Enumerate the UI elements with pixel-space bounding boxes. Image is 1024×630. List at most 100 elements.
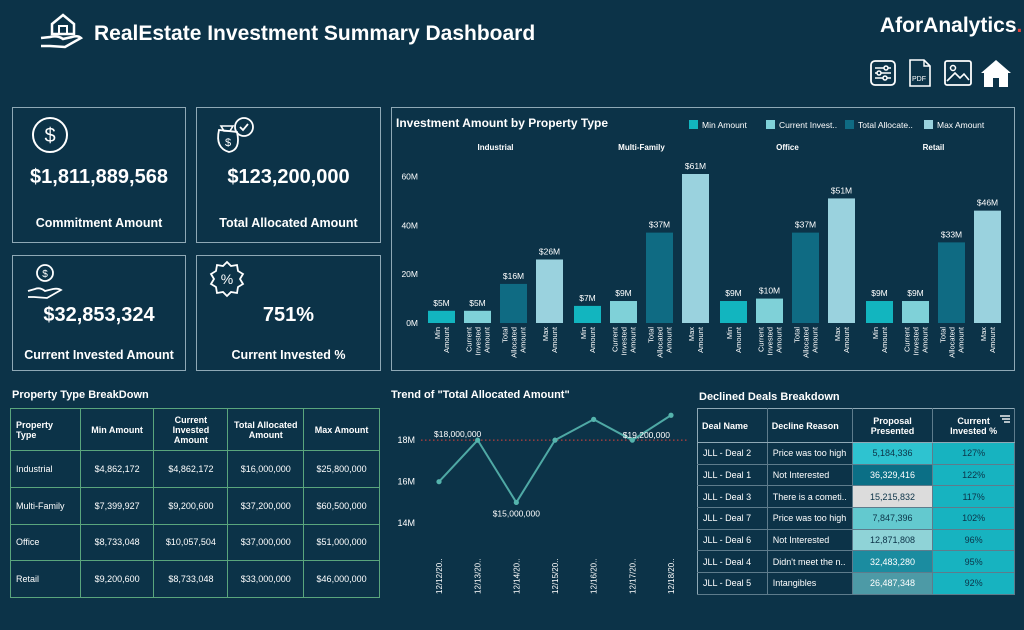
data-label: $9M [725, 288, 742, 298]
data-label: $26M [539, 246, 560, 256]
table-row[interactable]: JLL - Deal 1 Not Interested 36,329,416 122% [697, 464, 1015, 487]
table-cell: 92% [932, 572, 1015, 595]
data-point[interactable] [668, 412, 674, 418]
data-label: $37M [649, 220, 670, 230]
data-point[interactable] [552, 437, 558, 443]
bar[interactable] [974, 210, 1001, 323]
data-label: $15,000,000 [493, 508, 541, 518]
x-tick-label: Amount [665, 326, 674, 353]
line-chart: 14M 16M 18M $18,000,000 $15,000,000 $19,200,0… [397, 412, 687, 594]
table-cell: 12,871,808 [852, 529, 934, 552]
table-cell: $10,057,504 [153, 523, 229, 562]
table-row[interactable]: JLL - Deal 2 Price was too high 5,184,336 1… [697, 442, 1015, 465]
table-row[interactable]: JLL - Deal 3 There is a cometi.. 15,215,83… [697, 485, 1015, 509]
legend-label[interactable]: Min Amount [702, 120, 748, 130]
x-tick-label: Invested [766, 327, 775, 355]
table-row[interactable]: JLL - Deal 7 Price was too high 7,847,396 1… [697, 507, 1015, 530]
page-title: RealEstate Investment Summary Dashboard [94, 22, 536, 45]
kpi-label: Current Invested % [231, 348, 346, 362]
table-row[interactable]: Retail $9,200,600 $8,733,048 $33,000,000 $46… [10, 560, 380, 598]
table-cell: $4,862,172 [79, 450, 155, 488]
bar[interactable] [902, 301, 929, 323]
column-header[interactable]: Property Type [10, 408, 81, 451]
table-cell: JLL - Deal 3 [697, 485, 768, 509]
column-header[interactable]: Min Amount [79, 408, 155, 451]
bar[interactable] [828, 198, 855, 323]
bar[interactable] [792, 232, 819, 323]
table-row[interactable]: Office $8,733,048 $10,057,504 $37,000,000 $5… [10, 523, 380, 562]
table-cell: $9,200,600 [79, 560, 155, 598]
sliders-icon[interactable] [868, 58, 898, 88]
column-header[interactable]: Current Invested Amount [153, 408, 229, 451]
column-header[interactable]: Decline Reason [767, 408, 853, 443]
bar[interactable] [610, 301, 637, 323]
table-row[interactable]: JLL - Deal 5 Intangibles 26,487,348 92% [697, 572, 1015, 595]
legend-swatch[interactable] [845, 120, 854, 129]
column-header[interactable]: Max Amount [303, 408, 380, 451]
x-tick-label: Total [793, 327, 802, 343]
legend-swatch[interactable] [689, 120, 698, 129]
bar[interactable] [938, 242, 965, 323]
table-cell: JLL - Deal 1 [697, 464, 768, 487]
table-cell: $60,500,000 [303, 486, 380, 525]
data-label: $9M [907, 288, 924, 298]
bar[interactable] [428, 310, 455, 323]
bar[interactable] [756, 298, 783, 323]
column-header[interactable]: Deal Name [697, 408, 768, 443]
table-header-row: Deal Name Decline Reason Proposal Presen… [697, 408, 1015, 443]
bar[interactable] [464, 310, 491, 323]
x-tick-label: Max [687, 327, 696, 341]
legend-swatch[interactable] [766, 120, 775, 129]
legend-label[interactable]: Total Allocate.. [858, 120, 913, 130]
bar[interactable] [500, 283, 527, 323]
image-icon[interactable] [943, 58, 973, 88]
column-header[interactable]: Current Invested % [932, 408, 1015, 443]
table-cell: There is a cometi.. [767, 485, 853, 509]
kpi-value: $32,853,324 [43, 304, 155, 326]
money-bag-icon: $ [217, 117, 254, 153]
filter-icon[interactable] [1000, 415, 1010, 425]
column-header[interactable]: Total Allocated Amount [227, 408, 305, 451]
group-label: Office [776, 143, 799, 152]
bar[interactable] [720, 301, 747, 323]
x-tick-label: Amount [880, 326, 889, 353]
table-cell: 36,329,416 [852, 464, 934, 487]
dollar-icon: $ [32, 117, 68, 153]
table-row[interactable]: Industrial $4,862,172 $4,862,172 $16,000,00… [10, 450, 380, 488]
kpi-label: Commitment Amount [35, 216, 163, 230]
legend-swatch[interactable] [924, 120, 933, 129]
data-label: $37M [795, 220, 816, 230]
bar[interactable] [574, 305, 601, 323]
x-tick-label: Min [725, 327, 734, 339]
bar[interactable] [682, 174, 709, 323]
bar[interactable] [866, 301, 893, 323]
brand-dot: . [1016, 14, 1023, 37]
data-label: $33M [941, 229, 962, 239]
column-header[interactable]: Proposal Presented [852, 408, 934, 443]
x-tick-label: Amount [696, 326, 705, 353]
table-row[interactable]: JLL - Deal 6 Not Interested 12,871,808 96% [697, 529, 1015, 552]
home-icon[interactable] [979, 58, 1013, 88]
kpi-current-invested-pct: % 751% Current Invested % [196, 255, 381, 371]
data-point[interactable] [436, 479, 442, 485]
data-label: $16M [503, 271, 524, 281]
pdf-icon[interactable]: PDF [905, 58, 935, 88]
x-tick-label: Max [541, 327, 550, 341]
table-row[interactable]: JLL - Deal 4 Didn't meet the n.. 32,483,28… [697, 550, 1015, 574]
legend-label[interactable]: Max Amount [937, 120, 985, 130]
x-tick-label: 12/16/20.. [590, 558, 599, 594]
bar[interactable] [536, 259, 563, 323]
declined-deals-table: Deal Name Decline Reason Proposal Presen… [697, 408, 1015, 595]
bar[interactable] [646, 232, 673, 323]
brand-logo: AforAnalytics. [880, 14, 1022, 38]
x-tick-label: Amount [588, 326, 597, 353]
legend-label[interactable]: Current Invest.. [779, 120, 837, 130]
x-tick-label: Current [757, 326, 766, 352]
svg-text:PDF: PDF [912, 76, 926, 83]
x-tick-label: 12/12/20.. [435, 558, 444, 594]
data-point[interactable] [591, 416, 597, 422]
table-row[interactable]: Multi-Family $7,399,927 $9,200,600 $37,200,… [10, 486, 380, 525]
x-tick-label: Allocated [802, 327, 811, 358]
data-point[interactable] [513, 499, 519, 506]
x-tick-label: 12/14/20.. [512, 558, 521, 594]
